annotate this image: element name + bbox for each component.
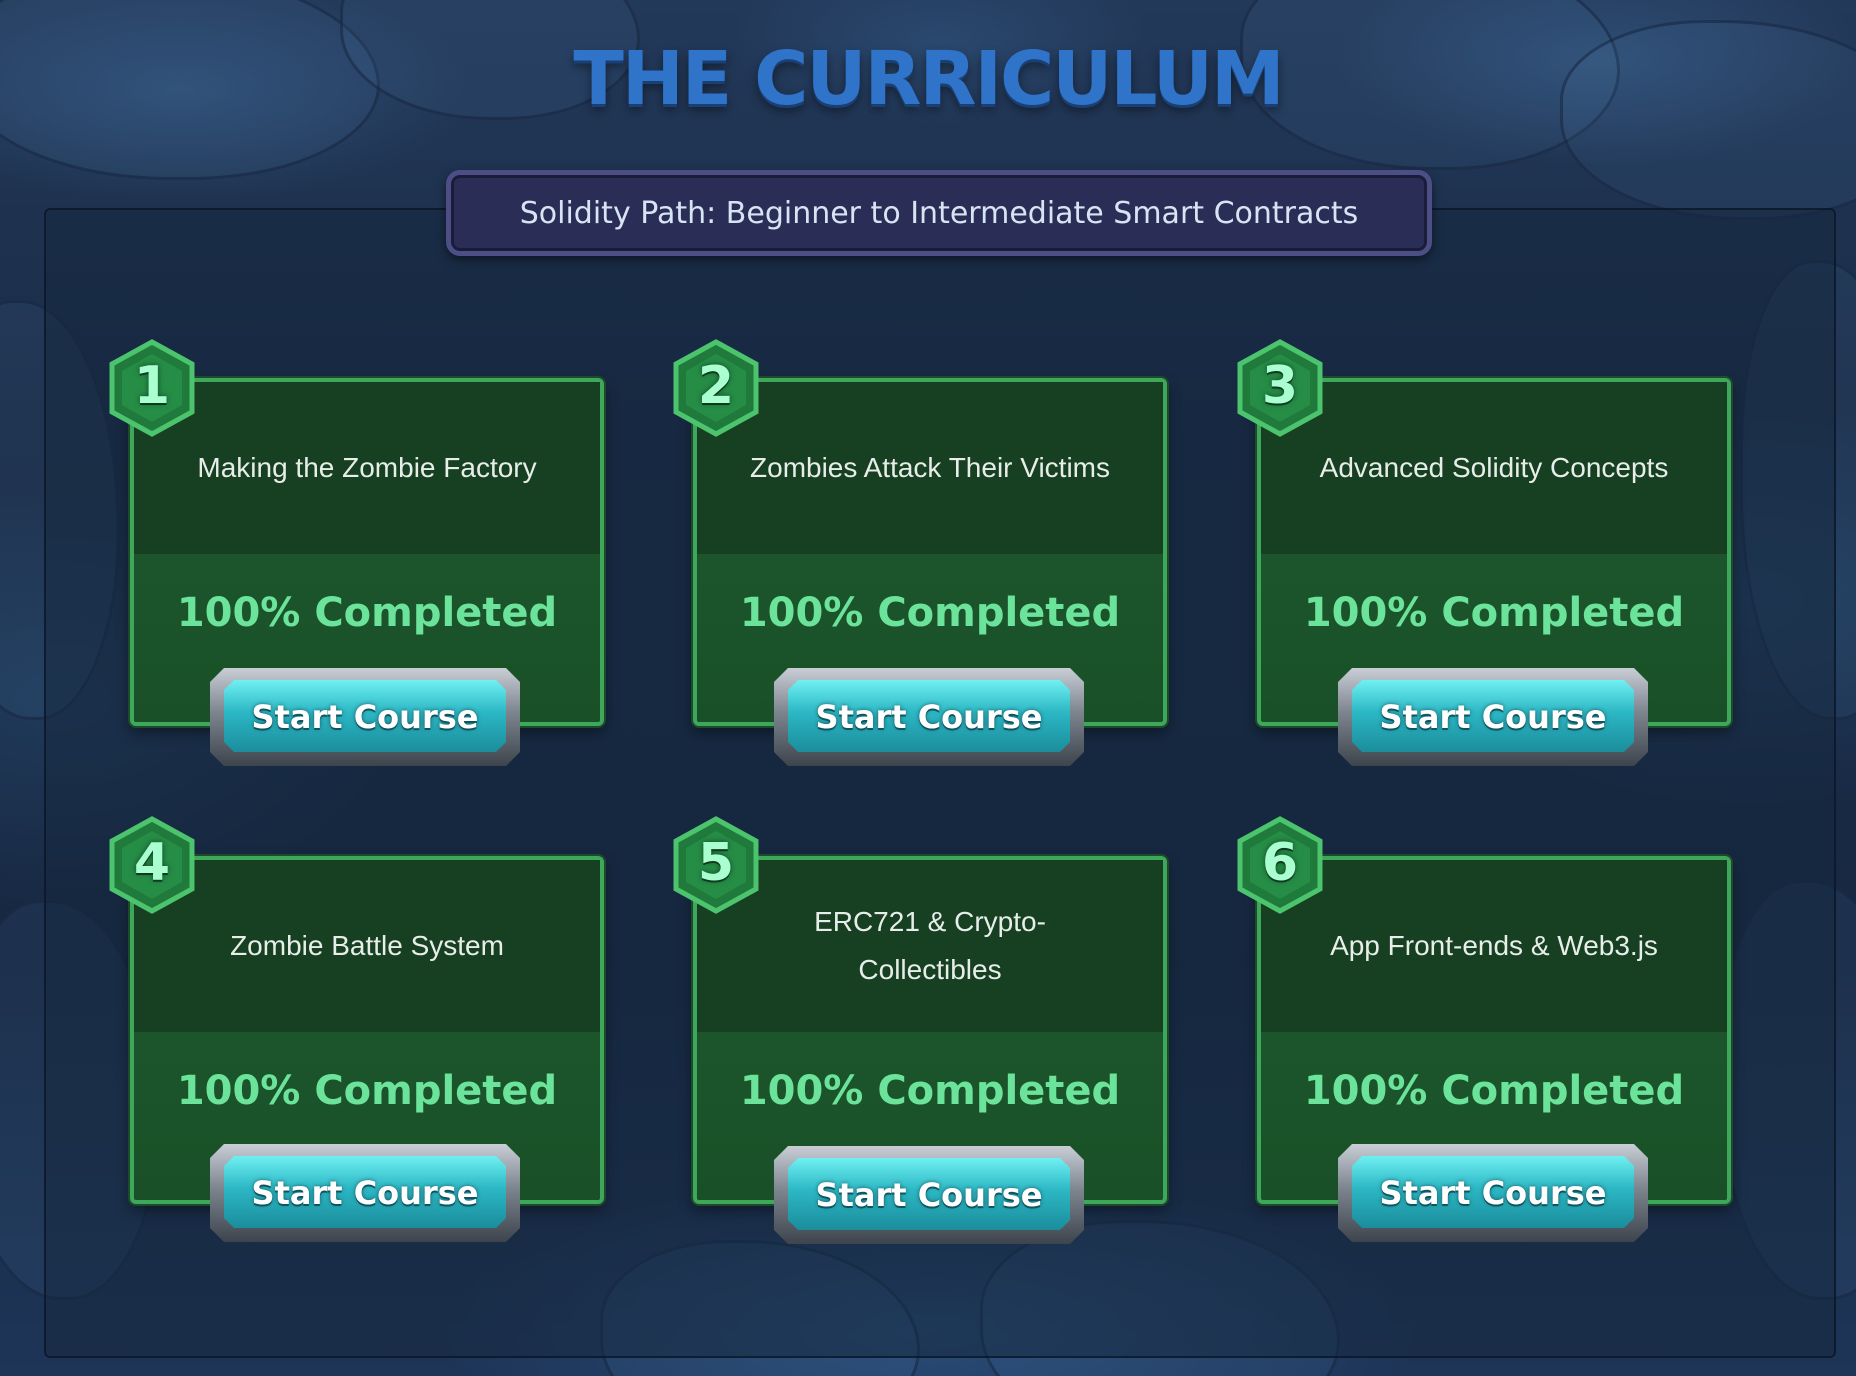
course-title: Advanced Solidity Concepts (1319, 452, 1669, 483)
start-course-label: Start Course (1379, 1174, 1607, 1212)
start-course-label: Start Course (815, 1176, 1043, 1214)
course-number-badge-icon: 5 (670, 815, 762, 915)
path-subtitle: Solidity Path: Beginner to Intermediate … (519, 195, 1359, 231)
course-number: 5 (697, 833, 735, 893)
course-number: 3 (1261, 356, 1299, 416)
path-subtitle-banner: Solidity Path: Beginner to Intermediate … (446, 170, 1432, 256)
page-title: THE CURRICULUM (573, 36, 1284, 122)
start-course-button-1[interactable]: Start Course (210, 668, 520, 766)
course-progress: 100% Completed (176, 590, 558, 636)
start-course-label: Start Course (251, 698, 479, 736)
start-course-button-6[interactable]: Start Course (1338, 1144, 1648, 1242)
course-progress: 100% Completed (1303, 1068, 1685, 1114)
course-number-badge-icon: 6 (1234, 815, 1326, 915)
course-number: 1 (133, 356, 171, 416)
course-title: ERC721 & Crypto-Collectibles (814, 906, 1046, 985)
course-title: Zombie Battle System (230, 930, 504, 961)
start-course-label: Start Course (815, 698, 1043, 736)
course-progress: 100% Completed (1303, 590, 1685, 636)
course-number: 4 (133, 833, 171, 893)
course-progress: 100% Completed (739, 1068, 1121, 1114)
course-title: App Front-ends & Web3.js (1330, 930, 1658, 961)
course-number-badge-icon: 3 (1234, 338, 1326, 438)
start-course-button-5[interactable]: Start Course (774, 1146, 1084, 1244)
course-number: 6 (1261, 833, 1299, 893)
course-title: Zombies Attack Their Victims (750, 452, 1110, 483)
course-progress: 100% Completed (739, 590, 1121, 636)
course-number-badge-icon: 1 (106, 338, 198, 438)
start-course-button-3[interactable]: Start Course (1338, 668, 1648, 766)
start-course-button-2[interactable]: Start Course (774, 668, 1084, 766)
start-course-button-4[interactable]: Start Course (210, 1144, 520, 1242)
course-number: 2 (697, 356, 735, 416)
course-number-badge-icon: 4 (106, 815, 198, 915)
course-title: Making the Zombie Factory (197, 452, 537, 483)
course-number-badge-icon: 2 (670, 338, 762, 438)
start-course-label: Start Course (1379, 698, 1607, 736)
course-progress: 100% Completed (176, 1068, 558, 1114)
start-course-label: Start Course (251, 1174, 479, 1212)
